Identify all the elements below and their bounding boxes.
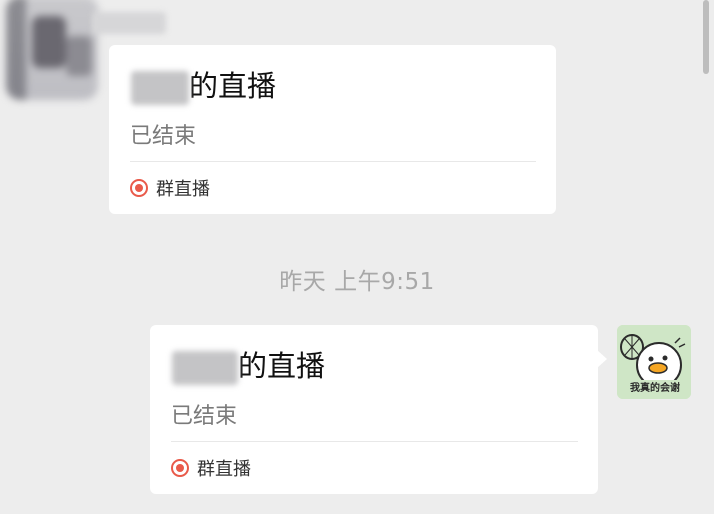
card-footer-label: 群直播 [197,459,251,480]
card-title-text: 的直播 [189,69,277,103]
sticker-caption: 我真的会谢 [630,381,680,394]
card-footer: 群直播 [130,175,210,201]
sender-avatar[interactable] [6,0,98,100]
card-status: 已结束 [130,124,197,149]
card-footer: 群直播 [171,455,251,481]
card-title-text: 的直播 [238,349,326,383]
duck-sticker-avatar-icon: 我真的会谢 [617,325,691,399]
live-share-card[interactable]: 的直播 已结束 群直播 [109,45,556,214]
redacted-name [131,71,189,105]
bubble-tail [597,350,607,368]
card-footer-label: 群直播 [156,179,210,200]
live-share-card[interactable]: 的直播 已结束 群直播 [150,325,598,494]
scrollbar[interactable] [703,0,709,74]
card-status: 已结束 [171,404,238,429]
card-title: 的直播 [131,67,276,105]
live-record-icon [171,459,189,477]
live-record-icon [130,179,148,197]
divider [130,161,536,162]
card-title: 的直播 [172,347,325,385]
divider [171,441,578,442]
message-timestamp: 昨天 上午9:51 [279,269,435,295]
my-avatar[interactable]: 我真的会谢 [617,325,691,399]
chat-view: 的直播 已结束 群直播 昨天 上午9:51 的直播 已结束 群直播 我真的会谢 [0,0,714,514]
sender-name-redacted [92,12,166,34]
redacted-name [172,351,238,385]
